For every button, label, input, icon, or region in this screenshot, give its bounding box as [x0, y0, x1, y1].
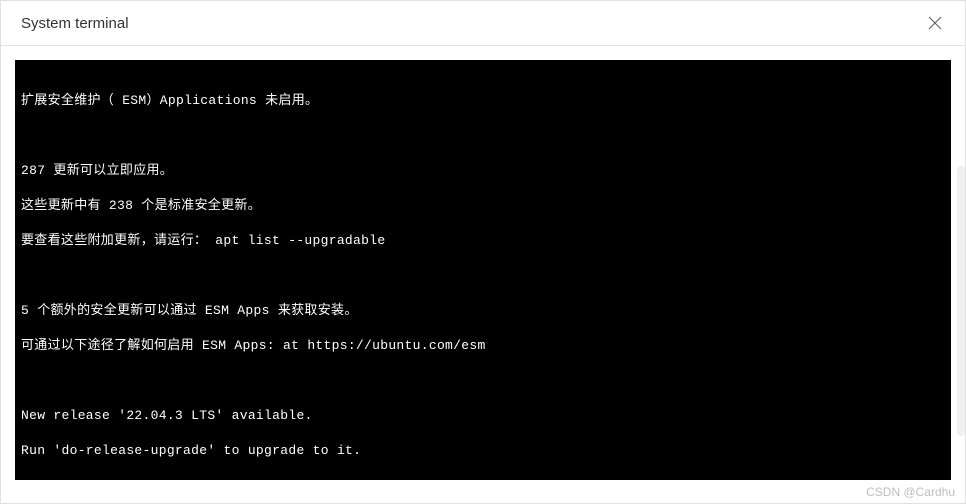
- titlebar: System terminal: [1, 1, 965, 46]
- term-line: 可通过以下途径了解如何启用 ESM Apps: at https://ubunt…: [21, 337, 945, 355]
- terminal-area: 扩展安全维护（ ESM）Applications 未启用。 287 更新可以立即…: [1, 46, 965, 503]
- term-line: [21, 127, 945, 145]
- term-line: 287 更新可以立即应用。: [21, 162, 945, 180]
- term-line: 扩展安全维护（ ESM）Applications 未启用。: [21, 92, 945, 110]
- close-icon: [928, 16, 942, 30]
- term-line: [21, 267, 945, 285]
- term-line: New release '22.04.3 LTS' available.: [21, 407, 945, 425]
- term-line: 这些更新中有 238 个是标准安全更新。: [21, 197, 945, 215]
- term-line: [21, 372, 945, 390]
- term-line: Run 'do-release-upgrade' to upgrade to i…: [21, 442, 945, 460]
- close-button[interactable]: [925, 13, 945, 33]
- term-line: 5 个额外的安全更新可以通过 ESM Apps 来获取安装。: [21, 302, 945, 320]
- system-terminal-window: System terminal 扩展安全维护（ ESM）Applications…: [0, 0, 966, 504]
- window-title: System terminal: [21, 15, 129, 32]
- scrollbar[interactable]: [957, 166, 965, 436]
- watermark: CSDN @Cardhu: [866, 485, 955, 499]
- term-line: 要查看这些附加更新，请运行： apt list --upgradable: [21, 232, 945, 250]
- terminal-output[interactable]: 扩展安全维护（ ESM）Applications 未启用。 287 更新可以立即…: [15, 60, 951, 480]
- term-line: [21, 478, 945, 480]
